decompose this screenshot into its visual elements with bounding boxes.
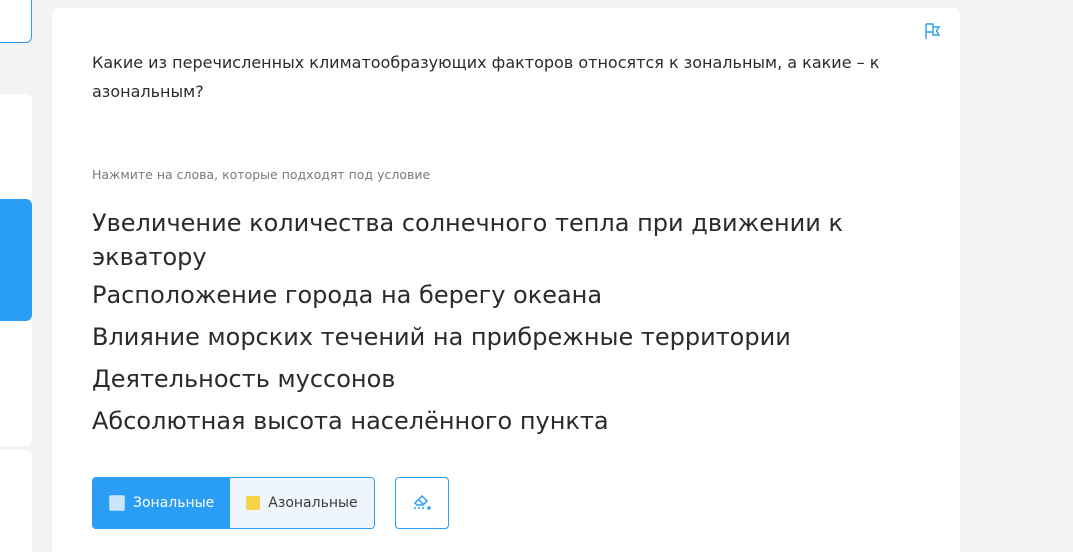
sidebar-active-card[interactable] bbox=[0, 199, 32, 321]
options-list: Увеличение количества солнечного тепла п… bbox=[92, 206, 852, 446]
option-item[interactable]: Абсолютная высота населённого пункта bbox=[92, 404, 852, 438]
option-item[interactable]: Расположение города на берегу океана bbox=[92, 278, 852, 312]
answer-toolbar: Зональные Азональные bbox=[92, 477, 449, 529]
option-item[interactable]: Деятельность муссонов bbox=[92, 362, 852, 396]
sidebar-input[interactable] bbox=[0, 0, 32, 43]
azonal-swatch-icon bbox=[246, 496, 261, 510]
flag-icon[interactable] bbox=[923, 22, 941, 40]
eraser-icon bbox=[411, 490, 433, 516]
option-item[interactable]: Влияние морских течений на прибрежные те… bbox=[92, 320, 852, 354]
zonal-category-label: Зональные bbox=[133, 495, 215, 511]
question-card: Какие из перечисленных климатообразующих… bbox=[52, 8, 960, 552]
sidebar-card bbox=[0, 450, 32, 552]
azonal-category-button[interactable]: Азональные bbox=[230, 478, 374, 528]
zonal-swatch-icon bbox=[109, 495, 125, 511]
instruction-hint: Нажмите на слова, которые подходят под у… bbox=[92, 167, 431, 182]
question-text: Какие из перечисленных климатообразующих… bbox=[92, 53, 880, 101]
category-selector: Зональные Азональные bbox=[92, 477, 375, 529]
eraser-button[interactable] bbox=[394, 477, 449, 529]
azonal-category-label: Азональные bbox=[268, 495, 358, 511]
zonal-category-button[interactable]: Зональные bbox=[93, 478, 231, 528]
option-item[interactable]: Увеличение количества солнечного тепла п… bbox=[92, 206, 852, 274]
